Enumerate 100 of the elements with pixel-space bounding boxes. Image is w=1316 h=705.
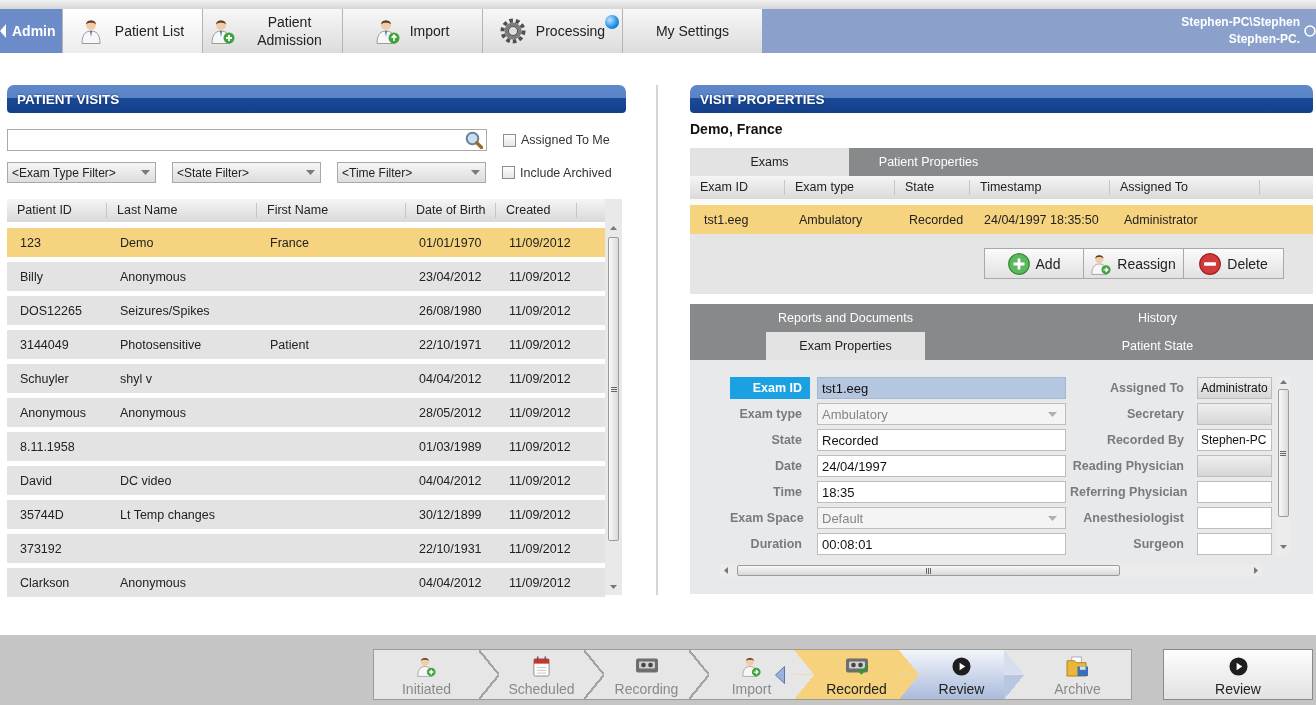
scrollbar-thumb[interactable] bbox=[737, 565, 1120, 576]
vertical-scrollbar[interactable] bbox=[605, 199, 622, 595]
table-row[interactable]: tst1.eeg Ambulatory Recorded 24/04/1997 18:35:50 Administrator bbox=[690, 205, 1313, 234]
table-row[interactable]: Billy Anonymous 23/04/2012 11/09/2012 bbox=[7, 262, 605, 291]
scrollbar-thumb[interactable] bbox=[1277, 389, 1289, 517]
text-field[interactable]: 24/04/1997 bbox=[817, 455, 1066, 477]
horizontal-scrollbar[interactable] bbox=[720, 564, 1262, 577]
column-header[interactable]: Exam ID bbox=[690, 180, 785, 195]
table-cell-text: 01/03/1989 bbox=[418, 439, 483, 454]
action-button[interactable]: Reassign bbox=[1084, 248, 1184, 279]
action-button[interactable]: Delete bbox=[1184, 248, 1284, 279]
table-row[interactable]: 373192 22/10/1931 11/09/2012 bbox=[7, 534, 605, 563]
table-cell-text: Anonymous bbox=[119, 269, 187, 284]
panel-header: VISIT PROPERTIES bbox=[690, 85, 1313, 113]
table-cell-text: Anonymous bbox=[19, 405, 87, 420]
text-field[interactable] bbox=[1197, 507, 1272, 529]
tab[interactable]: Exams bbox=[690, 148, 849, 176]
filter-dropdown[interactable]: <Time Filter> bbox=[337, 162, 486, 183]
nav-tab[interactable]: My Settings bbox=[622, 9, 762, 53]
scroll-left-icon[interactable] bbox=[724, 567, 728, 574]
search-icon[interactable] bbox=[465, 131, 483, 149]
table-cell-text: 24/04/1997 18:35:50 bbox=[983, 212, 1100, 227]
column-header[interactable]: Timestamp bbox=[970, 180, 1110, 195]
table-cell-text: 30/12/1899 bbox=[418, 507, 483, 522]
table-cell-text: 04/04/2012 bbox=[418, 473, 483, 488]
tab[interactable]: Patient Properties bbox=[849, 148, 1008, 176]
minus-circle-icon bbox=[1199, 252, 1222, 275]
tab[interactable]: History bbox=[1078, 304, 1237, 332]
column-header[interactable]: Created bbox=[496, 203, 577, 218]
text-field[interactable]: Recorded bbox=[817, 429, 1066, 451]
table-cell-text: 11/09/2012 bbox=[508, 371, 572, 386]
action-button[interactable]: Add bbox=[984, 248, 1084, 279]
column-header[interactable]: Exam type bbox=[785, 180, 895, 195]
field-label: Exam type bbox=[738, 406, 803, 423]
field-label: Referring Physician bbox=[1070, 485, 1189, 499]
table-cell-text: Seizures/Spikes bbox=[119, 303, 211, 318]
table-row[interactable]: David DC video 04/04/2012 11/09/2012 bbox=[7, 466, 605, 495]
plus-circle-icon bbox=[1007, 252, 1030, 275]
scrollbar-thumb[interactable] bbox=[608, 237, 619, 541]
filter-dropdown[interactable]: <State Filter> bbox=[172, 162, 321, 183]
tab[interactable]: Reports and Documents bbox=[766, 304, 925, 332]
review-button[interactable]: Review bbox=[1163, 649, 1313, 700]
nav-tab[interactable]: Patient List bbox=[62, 9, 202, 53]
workflow-step[interactable]: Review bbox=[899, 650, 1004, 699]
table-cell-text: shyl v bbox=[119, 371, 153, 386]
table-cell-text: Billy bbox=[19, 269, 44, 284]
workflow-step[interactable]: Recorded bbox=[794, 650, 899, 699]
scroll-right-icon[interactable] bbox=[1254, 567, 1258, 574]
checkbox[interactable] bbox=[503, 133, 516, 147]
checkbox-label[interactable]: Include Archived bbox=[520, 165, 612, 180]
column-header[interactable]: First Name bbox=[257, 203, 406, 218]
tab[interactable]: Patient State bbox=[1078, 332, 1237, 360]
scroll-up-icon[interactable] bbox=[1279, 380, 1287, 384]
table-cell-text: Recorded bbox=[908, 212, 965, 227]
table-cell-text: 11/09/2012 bbox=[508, 269, 572, 284]
picker-field[interactable]: Administrato bbox=[1197, 377, 1272, 399]
text-field[interactable] bbox=[1197, 533, 1272, 555]
table-cell-text: 23/04/2012 bbox=[418, 269, 483, 284]
filter-dropdown[interactable]: <Exam Type Filter> bbox=[7, 162, 156, 183]
column-header[interactable]: Patient ID bbox=[7, 203, 107, 218]
table-cell-text: David bbox=[19, 473, 53, 488]
table-row[interactable]: Schuyler shyl v 04/04/2012 11/09/2012 bbox=[7, 364, 605, 393]
table-row[interactable]: Clarkson Anonymous 04/04/2012 11/09/2012 bbox=[7, 568, 605, 597]
table-row[interactable]: Anonymous Anonymous 28/05/2012 11/09/2012 bbox=[7, 398, 605, 427]
scroll-down-icon[interactable] bbox=[1279, 545, 1287, 549]
text-field[interactable]: 00:08:01 bbox=[817, 533, 1066, 555]
nav-tab[interactable]: Processing bbox=[482, 9, 622, 53]
picker-field[interactable] bbox=[1197, 403, 1272, 425]
person-arrow-icon bbox=[1091, 252, 1112, 275]
text-field[interactable] bbox=[1197, 481, 1272, 503]
table-row[interactable]: DOS12265 Seizures/Spikes 26/08/1980 11/09/2012 bbox=[7, 296, 605, 325]
calendar-icon bbox=[532, 656, 551, 677]
vertical-scrollbar[interactable] bbox=[1276, 377, 1290, 555]
table-row[interactable]: 35744D Lt Temp changes 30/12/1899 11/09/2012 bbox=[7, 500, 605, 529]
search-field[interactable] bbox=[7, 129, 487, 151]
table-cell-text: 11/09/2012 bbox=[508, 541, 572, 556]
text-field[interactable]: 18:35 bbox=[817, 481, 1066, 503]
table-cell-text: 11/09/2012 bbox=[508, 303, 572, 318]
text-field[interactable]: Stephen-PC bbox=[1197, 429, 1272, 451]
column-header[interactable]: Assigned To bbox=[1110, 180, 1260, 195]
scroll-down-icon[interactable] bbox=[610, 585, 617, 589]
column-header[interactable]: Date of Birth bbox=[406, 203, 496, 218]
person-arrow-icon bbox=[742, 656, 761, 677]
checkbox-label[interactable]: Assigned To Me bbox=[521, 133, 610, 147]
nav-tab[interactable]: Patient Admission bbox=[202, 9, 342, 53]
column-header[interactable]: State bbox=[895, 180, 970, 195]
table-cell-text: Patient bbox=[269, 337, 310, 352]
table-row[interactable]: 8.11.1958 01/03/1989 11/09/2012 bbox=[7, 432, 605, 461]
table-row[interactable]: 123 Demo France 01/01/1970 11/09/2012 bbox=[7, 228, 605, 257]
tab[interactable]: Exam Properties bbox=[766, 332, 925, 360]
scroll-up-icon[interactable] bbox=[610, 226, 617, 230]
table-cell-text: 3144049 bbox=[19, 337, 70, 352]
field-label: Exam Space bbox=[730, 510, 805, 527]
picker-field[interactable] bbox=[1197, 455, 1272, 477]
nav-tab[interactable]: Import bbox=[342, 9, 482, 53]
column-header[interactable]: Last Name bbox=[107, 203, 257, 218]
text-field[interactable]: tst1.eeg bbox=[817, 377, 1066, 399]
checkbox[interactable] bbox=[502, 166, 515, 179]
table-row[interactable]: 3144049 Photosensitive Patient 22/10/1971 11/09/2012 bbox=[7, 330, 605, 359]
table-cell-text: 26/08/1980 bbox=[418, 303, 483, 318]
